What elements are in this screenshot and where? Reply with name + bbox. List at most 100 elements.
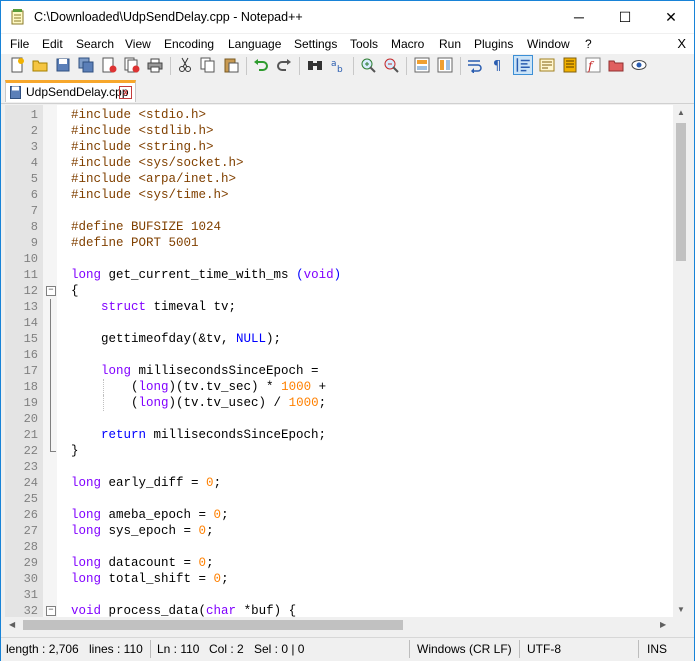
status-insert-mode[interactable]: INS: [647, 642, 667, 656]
copy-icon[interactable]: [200, 57, 216, 73]
menu-encoding[interactable]: Encoding: [164, 37, 214, 51]
horizontal-scrollbar[interactable]: ◀ ▶: [5, 617, 673, 633]
code-line[interactable]: 3 #include <string.h>: [5, 139, 673, 155]
redo-icon[interactable]: [276, 57, 292, 73]
replace-icon[interactable]: ab: [330, 57, 346, 73]
menu-help[interactable]: ?: [585, 37, 592, 51]
menu-language[interactable]: Language: [228, 37, 281, 51]
line-number: 19: [23, 396, 38, 410]
code-line[interactable]: 30 long total_shift = 0;: [5, 571, 673, 587]
code-line[interactable]: 23: [5, 459, 673, 475]
code-line[interactable]: 29 long datacount = 0;: [5, 555, 673, 571]
code-line[interactable]: 10: [5, 251, 673, 267]
code-line[interactable]: 1 #include <stdio.h>: [5, 107, 673, 123]
code-line[interactable]: 13 struct timeval tv;: [5, 299, 673, 315]
vertical-scrollbar[interactable]: ▲ ▼: [673, 105, 689, 617]
code-line[interactable]: 8 #define BUFSIZE 1024: [5, 219, 673, 235]
code-text: #define PORT 5001: [71, 236, 199, 250]
fold-toggle-icon[interactable]: −: [46, 286, 56, 296]
indent-guide: [103, 379, 104, 395]
sync-vertical-icon[interactable]: [414, 57, 430, 73]
cut-icon[interactable]: [177, 57, 193, 73]
close-window-button[interactable]: ✕: [648, 1, 694, 33]
vertical-scroll-thumb[interactable]: [676, 123, 686, 261]
code-line[interactable]: 22}: [5, 443, 673, 459]
menu-macro[interactable]: Macro: [391, 37, 424, 51]
code-line[interactable]: 27 long sys_epoch = 0;: [5, 523, 673, 539]
close-all-icon[interactable]: [124, 57, 140, 73]
code-line[interactable]: 26 long ameba_epoch = 0;: [5, 507, 673, 523]
zoom-in-icon[interactable]: [360, 57, 376, 73]
scroll-up-arrow-icon[interactable]: ▲: [677, 108, 685, 117]
document-icon: [10, 86, 21, 99]
menu-edit[interactable]: Edit: [42, 37, 63, 51]
menu-file[interactable]: File: [10, 37, 29, 51]
code-line[interactable]: 25: [5, 491, 673, 507]
code-line[interactable]: 17 long millisecondsSinceEpoch =: [5, 363, 673, 379]
scroll-right-arrow-icon[interactable]: ▶: [660, 620, 666, 629]
code-line[interactable]: 2 #include <stdlib.h>: [5, 123, 673, 139]
menu-bar: File Edit Search View Encoding Language …: [1, 34, 694, 54]
document-map-icon[interactable]: [562, 57, 578, 73]
minimize-button[interactable]: ─: [556, 1, 602, 33]
close-document-x-button[interactable]: X: [677, 36, 686, 51]
word-wrap-icon[interactable]: [467, 57, 483, 73]
code-lines: 1 #include <stdio.h> 2 #include <stdlib.h> 3…: [5, 107, 673, 619]
zoom-out-icon[interactable]: [383, 57, 399, 73]
code-line[interactable]: 28: [5, 539, 673, 555]
code-line[interactable]: 12 {−: [5, 283, 673, 299]
code-line[interactable]: 14: [5, 315, 673, 331]
save-icon[interactable]: [55, 57, 71, 73]
menu-view[interactable]: View: [125, 37, 151, 51]
new-file-icon[interactable]: [9, 57, 25, 73]
code-line[interactable]: 9 #define PORT 5001: [5, 235, 673, 251]
folder-workspace-icon[interactable]: [608, 57, 624, 73]
code-line[interactable]: 24 long early_diff = 0;: [5, 475, 673, 491]
print-icon[interactable]: [147, 57, 163, 73]
scroll-down-arrow-icon[interactable]: ▼: [677, 605, 685, 614]
status-eol[interactable]: Windows (CR LF): [417, 642, 512, 656]
line-number: 27: [23, 524, 38, 538]
title-bar[interactable]: C:\Downloaded\UdpSendDelay.cpp - Notepad…: [1, 1, 694, 33]
code-line[interactable]: 7: [5, 203, 673, 219]
tab-udpsenddelay-cpp[interactable]: UdpSendDelay.cpp x: [5, 80, 136, 102]
code-line[interactable]: 31: [5, 587, 673, 603]
find-icon[interactable]: [307, 57, 323, 73]
menu-window[interactable]: Window: [527, 37, 570, 51]
close-file-icon[interactable]: [101, 57, 117, 73]
fold-toggle-icon[interactable]: −: [46, 606, 56, 616]
menu-tools[interactable]: Tools: [350, 37, 378, 51]
code-line[interactable]: 19 (long)(tv.tv_usec) / 1000;: [5, 395, 673, 411]
undo-icon[interactable]: [253, 57, 269, 73]
open-file-icon[interactable]: [32, 57, 48, 73]
code-line[interactable]: 11 long get_current_time_with_ms (void): [5, 267, 673, 283]
user-defined-language-icon[interactable]: [539, 57, 555, 73]
horizontal-scroll-thumb[interactable]: [23, 620, 403, 630]
status-encoding[interactable]: UTF-8: [527, 642, 561, 656]
menu-search[interactable]: Search: [76, 37, 114, 51]
code-editor[interactable]: 1 #include <stdio.h> 2 #include <stdlib.h> 3…: [5, 105, 689, 633]
monitoring-icon[interactable]: [631, 57, 647, 73]
code-line[interactable]: 5 #include <arpa/inet.h>: [5, 171, 673, 187]
menu-settings[interactable]: Settings: [294, 37, 337, 51]
code-line[interactable]: 6 #include <sys/time.h>: [5, 187, 673, 203]
code-line[interactable]: 4 #include <sys/socket.h>: [5, 155, 673, 171]
scroll-left-arrow-icon[interactable]: ◀: [9, 620, 15, 629]
code-line[interactable]: 20: [5, 411, 673, 427]
code-line[interactable]: 18 (long)(tv.tv_sec) * 1000 +: [5, 379, 673, 395]
menu-run[interactable]: Run: [439, 37, 461, 51]
line-number: 15: [23, 332, 38, 346]
code-line[interactable]: 15 gettimeofday(&tv, NULL);: [5, 331, 673, 347]
code-line[interactable]: 21 return millisecondsSinceEpoch;: [5, 427, 673, 443]
paste-icon[interactable]: [223, 57, 239, 73]
line-number: 31: [23, 588, 38, 602]
menu-plugins[interactable]: Plugins: [474, 37, 513, 51]
code-line[interactable]: 16: [5, 347, 673, 363]
function-list-icon[interactable]: f: [585, 57, 601, 73]
show-all-characters-icon[interactable]: ¶: [490, 57, 506, 73]
save-all-icon[interactable]: [78, 57, 94, 73]
sync-horizontal-icon[interactable]: [437, 57, 453, 73]
indent-guide-icon[interactable]: [513, 55, 533, 75]
tab-close-button[interactable]: x: [119, 86, 132, 99]
maximize-button[interactable]: ☐: [602, 1, 648, 33]
